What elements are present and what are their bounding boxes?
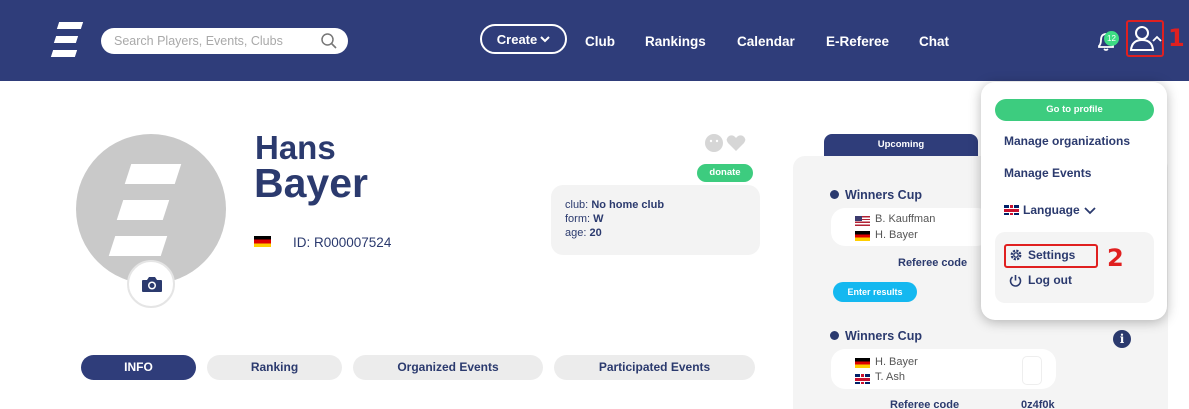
tab-info[interactable]: INFO — [81, 355, 196, 380]
reaction-icons — [705, 134, 746, 152]
search-input[interactable] — [114, 33, 314, 49]
form-value: W — [593, 213, 604, 225]
log-out-label: Log out — [1028, 273, 1072, 287]
club-value: No home club — [591, 199, 665, 211]
gear-icon — [1010, 249, 1022, 261]
event-title[interactable]: Winners Cup — [830, 188, 922, 202]
age-value: 20 — [589, 227, 602, 239]
donate-button[interactable]: donate — [697, 164, 753, 182]
tab-ranking[interactable]: Ranking — [207, 355, 342, 380]
nav-chat[interactable]: Chat — [919, 34, 949, 49]
match-player-1: H. Bayer — [875, 356, 918, 368]
power-icon — [1009, 274, 1022, 287]
player-info-card: club: No home club form: W age: 20 — [551, 185, 760, 255]
menu-item-manage-events[interactable]: Manage Events — [1004, 166, 1091, 180]
uk-flag-icon — [855, 374, 870, 384]
search-icon[interactable] — [320, 32, 338, 50]
info-icon[interactable]: i — [1113, 330, 1131, 348]
upload-photo-button[interactable] — [127, 260, 175, 308]
event-dot-icon — [830, 190, 839, 199]
annotation-number-1: 1 — [1168, 24, 1185, 52]
tab-upcoming[interactable]: Upcoming — [824, 134, 978, 156]
menu-item-manage-organizations[interactable]: Manage organizations — [1004, 134, 1130, 148]
germany-flag-icon — [855, 231, 870, 241]
enter-results-button[interactable]: Enter results — [833, 282, 917, 302]
nav-rankings[interactable]: Rankings — [645, 34, 706, 49]
germany-flag-icon — [254, 236, 271, 247]
chevron-up-icon[interactable] — [1152, 35, 1162, 43]
tab-participated-events[interactable]: Participated Events — [554, 355, 755, 380]
tab-organized-events[interactable]: Organized Events — [353, 355, 543, 380]
event-title-text: Winners Cup — [845, 188, 922, 202]
event-title[interactable]: Winners Cup — [830, 329, 922, 343]
app-logo[interactable] — [50, 22, 84, 58]
usa-flag-icon — [855, 216, 870, 226]
form-label: form: — [565, 213, 591, 225]
germany-flag-icon — [855, 358, 870, 368]
chevron-down-icon — [540, 36, 550, 43]
age-label: age: — [565, 227, 587, 239]
menu-item-settings[interactable]: Settings — [1009, 248, 1075, 262]
match-player-2: T. Ash — [875, 371, 905, 383]
score-box — [1022, 356, 1042, 385]
menu-item-log-out[interactable]: Log out — [1009, 273, 1072, 287]
language-label: Language — [1023, 203, 1080, 217]
nav-e-referee[interactable]: E-Referee — [826, 34, 889, 49]
nav-calendar[interactable]: Calendar — [737, 34, 795, 49]
annotation-number-2: 2 — [1107, 244, 1124, 272]
nav-club[interactable]: Club — [585, 34, 615, 49]
club-label: club: — [565, 199, 589, 211]
menu-item-language[interactable]: Language — [1004, 203, 1096, 217]
chevron-down-icon — [1084, 206, 1096, 214]
create-button[interactable]: Create — [480, 24, 567, 54]
player-id: ID: R000007524 — [293, 235, 392, 250]
player-last-name: Bayer — [254, 160, 368, 206]
referee-code-value: 0z4f0k — [1021, 399, 1055, 409]
heart-icon[interactable] — [726, 135, 746, 151]
uk-flag-icon — [1004, 205, 1019, 215]
emoji-icon[interactable] — [705, 134, 723, 152]
match-player-1: B. Kauffman — [875, 213, 936, 225]
camera-icon — [142, 277, 162, 292]
notification-badge: 12 — [1104, 31, 1119, 46]
search-bar[interactable] — [101, 28, 348, 54]
match-player-2: H. Bayer — [875, 229, 918, 241]
settings-label: Settings — [1028, 248, 1076, 262]
referee-code-label: Referee code — [890, 399, 960, 409]
event-dot-icon — [830, 331, 839, 340]
event-title-text: Winners Cup — [845, 329, 922, 343]
create-label: Create — [496, 31, 538, 47]
referee-code-label: Referee code — [898, 257, 968, 269]
go-to-profile-button[interactable]: Go to profile — [995, 99, 1154, 121]
